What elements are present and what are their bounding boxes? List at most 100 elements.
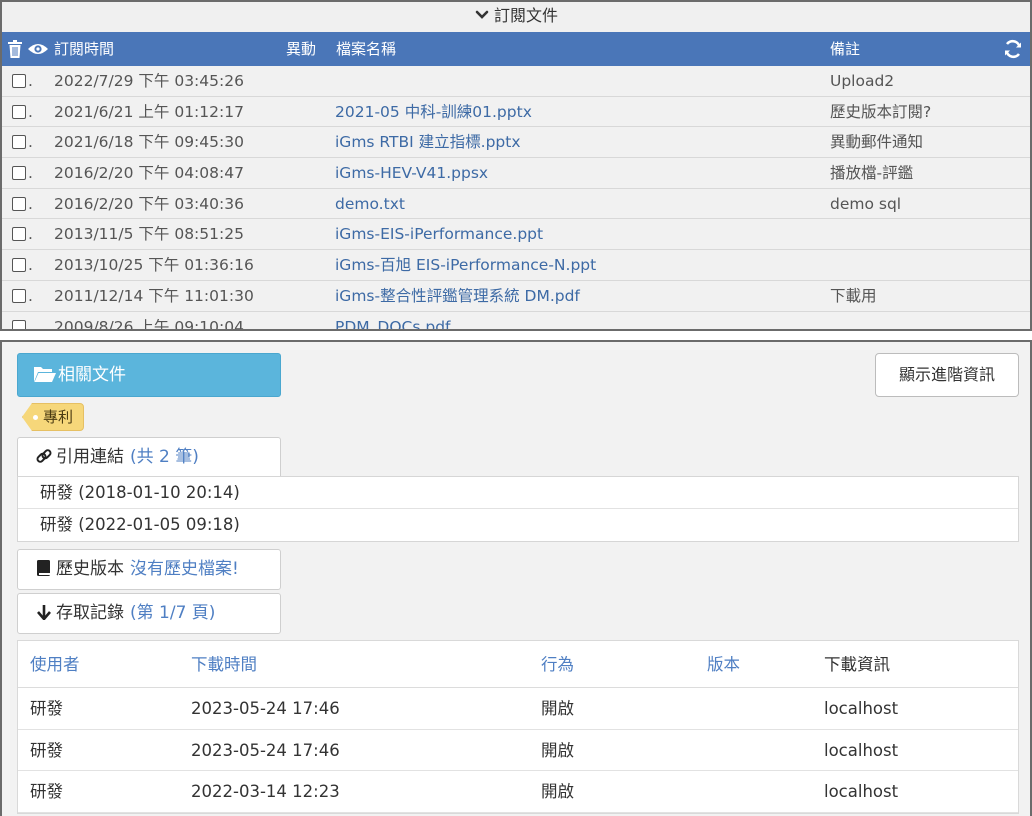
row-checkbox[interactable] bbox=[12, 104, 26, 119]
access-log-page: (第 1/7 頁) bbox=[130, 603, 216, 623]
access-log-tab[interactable]: 存取記錄 (第 1/7 頁) bbox=[17, 593, 281, 634]
subscribe-time: 2013/11/5 下午 08:51:25 bbox=[54, 225, 244, 244]
history-versions-tab[interactable]: 歷史版本 沒有歷史檔案! bbox=[17, 549, 281, 590]
access-log-row: 研發 2023-05-24 17:46 開啟 localhost bbox=[18, 688, 1018, 730]
access-log-body: 研發 2023-05-24 17:46 開啟 localhost 研發 2023-05-2… bbox=[18, 688, 1018, 813]
row-checkbox[interactable] bbox=[12, 74, 26, 88]
subscribe-time: 2011/12/14 下午 11:01:30 bbox=[54, 286, 254, 305]
subscribe-time: 2009/8/26 上午 09:10:04 bbox=[54, 317, 244, 331]
checkbox-mark: . bbox=[28, 72, 33, 90]
subscribed-docs-title-bar[interactable]: 訂閱文件 bbox=[2, 2, 1030, 32]
checkbox-mark: . bbox=[28, 133, 33, 152]
subscribe-time: 2013/10/25 下午 01:36:16 bbox=[54, 256, 254, 275]
log-header-time[interactable]: 下載時間 bbox=[191, 641, 257, 688]
subscribe-time: 2021/6/18 下午 09:45:30 bbox=[54, 133, 244, 152]
related-docs-button[interactable]: 相關文件 bbox=[17, 353, 281, 397]
log-header-action[interactable]: 行為 bbox=[541, 641, 574, 688]
subscribed-row: . 2011/12/14 下午 11:01:30 iGms-整合性評鑑管理系統 DM… bbox=[2, 280, 1030, 312]
file-name-link[interactable]: iGms RTBI 建立指標.pptx bbox=[335, 127, 521, 157]
row-note: 下載用 bbox=[830, 286, 877, 305]
citation-item[interactable]: 研發 (2022-01-05 09:18) bbox=[18, 509, 1018, 541]
file-name-link[interactable]: 2021-05 中科-訓練01.pptx bbox=[335, 97, 532, 127]
subscribed-table-header: 訂閱時間 異動 檔案名稱 備註 bbox=[2, 32, 1030, 66]
category-tag[interactable]: 專利 bbox=[22, 403, 85, 431]
history-versions-label: 歷史版本 bbox=[56, 559, 124, 579]
column-header-note[interactable]: 備註 bbox=[830, 32, 860, 66]
subscribe-time: 2022/7/29 下午 03:45:26 bbox=[54, 72, 244, 90]
subscribe-time: 2021/6/21 上午 01:12:17 bbox=[54, 102, 244, 121]
file-name-link[interactable]: demo.txt bbox=[335, 189, 405, 219]
log-time: 2023-05-24 17:46 bbox=[191, 699, 340, 718]
row-checkbox[interactable] bbox=[12, 166, 26, 181]
row-checkbox[interactable] bbox=[12, 319, 26, 329]
file-name-link[interactable]: iGms-百旭 EIS-iPerformance-N.ppt bbox=[335, 250, 596, 280]
eye-icon[interactable] bbox=[28, 42, 48, 56]
subscribed-row: . 2021/6/21 上午 01:12:17 2021-05 中科-訓練01.pp… bbox=[2, 96, 1030, 128]
row-note: Upload2 bbox=[830, 72, 895, 90]
trash-icon[interactable] bbox=[8, 40, 22, 58]
category-tag-label: 專利 bbox=[43, 408, 74, 426]
log-user: 研發 bbox=[30, 782, 63, 801]
row-note: 播放檔-評鑑 bbox=[830, 164, 914, 183]
history-versions-note: 沒有歷史檔案! bbox=[130, 559, 239, 579]
access-log-label: 存取記錄 bbox=[56, 603, 124, 623]
log-time: 2022-03-14 12:23 bbox=[191, 782, 340, 801]
chevron-down-icon[interactable] bbox=[474, 7, 490, 23]
citation-count: (共 2 筆) bbox=[130, 447, 199, 467]
log-info: localhost bbox=[824, 740, 899, 760]
log-user: 研發 bbox=[30, 699, 63, 718]
row-note: 歷史版本訂閱? bbox=[830, 102, 932, 121]
row-checkbox[interactable] bbox=[12, 227, 26, 242]
subscribe-time: 2016/2/20 下午 03:40:36 bbox=[54, 194, 244, 213]
access-log-table: 使用者 下載時間 行為 版本 下載資訊 研發 2023-05-24 17:46 開啟… bbox=[17, 640, 1019, 814]
arrow-down-icon bbox=[37, 605, 51, 621]
row-checkbox[interactable] bbox=[12, 135, 26, 150]
access-log-row: 研發 2023-05-24 17:46 開啟 localhost bbox=[18, 730, 1018, 771]
checkbox-mark: . bbox=[28, 317, 33, 331]
checkbox-mark: . bbox=[28, 225, 33, 244]
refresh-icon[interactable] bbox=[1003, 39, 1023, 59]
subscribe-time: 2016/2/20 下午 04:08:47 bbox=[54, 164, 244, 183]
citation-links-tab[interactable]: 引用連結 (共 2 筆) bbox=[17, 437, 281, 478]
log-header-version[interactable]: 版本 bbox=[707, 641, 740, 688]
checkbox-mark: . bbox=[28, 286, 33, 305]
access-log-header: 使用者 下載時間 行為 版本 下載資訊 bbox=[18, 641, 1018, 688]
subscribed-row: . 2013/10/25 下午 01:36:16 iGms-百旭 EIS-iPerf… bbox=[2, 250, 1030, 281]
column-header-time[interactable]: 訂閱時間 bbox=[54, 32, 114, 66]
file-name-link[interactable]: PDM_DOCs.pdf bbox=[335, 312, 451, 330]
related-docs-label: 相關文件 bbox=[58, 365, 126, 385]
row-checkbox[interactable] bbox=[12, 196, 26, 211]
citation-links-label: 引用連結 bbox=[56, 447, 124, 467]
file-name-link[interactable]: iGms-整合性評鑑管理系統 DM.pdf bbox=[335, 281, 580, 311]
book-icon bbox=[37, 560, 50, 576]
log-action: 開啟 bbox=[541, 740, 574, 760]
citation-item[interactable]: 研發 (2018-01-10 20:14) bbox=[18, 477, 1018, 509]
column-header-change[interactable]: 異動 bbox=[286, 32, 316, 66]
row-note: 異動郵件通知 bbox=[830, 133, 924, 152]
subscribed-docs-title: 訂閱文件 bbox=[493, 6, 558, 25]
folder-open-icon bbox=[34, 367, 56, 382]
document-detail-panel: 相關文件 顯示進階資訊 專利 引用連結 (共 2 筆) 研發 (2018-01-1… bbox=[0, 340, 1032, 816]
log-header-user[interactable]: 使用者 bbox=[30, 641, 80, 688]
row-note: demo sql bbox=[830, 194, 902, 213]
show-advanced-info-button[interactable]: 顯示進階資訊 bbox=[875, 353, 1019, 397]
subscribed-row: . 2016/2/20 下午 03:40:36 demo.txt demo sql bbox=[2, 188, 1030, 220]
subscribed-row: . 2022/7/29 下午 03:45:26 Upload2 bbox=[2, 66, 1030, 97]
file-name-link[interactable]: iGms-HEV-V41.ppsx bbox=[335, 158, 488, 188]
checkbox-mark: . bbox=[28, 194, 33, 213]
log-user: 研發 bbox=[30, 740, 63, 760]
checkbox-mark: . bbox=[28, 102, 33, 121]
subscribed-table-body: . 2022/7/29 下午 03:45:26 Upload2. 2021/6/21 … bbox=[2, 66, 1030, 331]
row-checkbox[interactable] bbox=[12, 258, 26, 273]
subscribed-row: . 2021/6/18 下午 09:45:30 iGms RTBI 建立指標.ppt… bbox=[2, 127, 1030, 159]
row-checkbox[interactable] bbox=[12, 288, 26, 303]
citation-list: 研發 (2018-01-10 20:14) 研發 (2022-01-05 09:1… bbox=[17, 476, 1019, 542]
log-header-info: 下載資訊 bbox=[824, 655, 890, 674]
log-action: 開啟 bbox=[541, 699, 574, 718]
log-info: localhost bbox=[824, 699, 899, 718]
checkbox-mark: . bbox=[28, 164, 33, 183]
column-header-file[interactable]: 檔案名稱 bbox=[336, 32, 396, 66]
file-name-link[interactable]: iGms-EIS-iPerformance.ppt bbox=[335, 219, 543, 249]
subscribed-docs-panel: 訂閱文件 訂閱時間 異動 檔案名稱 備註 . 2022/7/29 下午 03:45… bbox=[0, 0, 1032, 331]
tag-hole-icon bbox=[33, 415, 38, 420]
